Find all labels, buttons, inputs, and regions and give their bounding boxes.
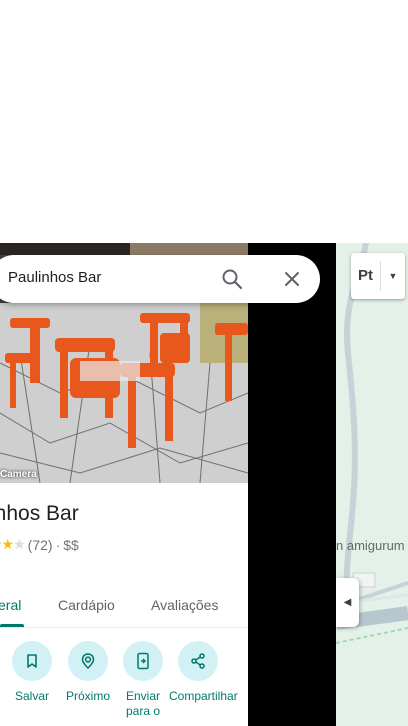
map-place-label[interactable]: n amigurum	[336, 538, 405, 553]
nearby-button[interactable]: Próximo	[59, 641, 117, 704]
rating-row[interactable]: ★★★ (72) · $$	[0, 536, 79, 553]
chevron-left-icon: ◀	[343, 597, 352, 608]
send-to-phone-label: Enviar para o	[125, 689, 161, 718]
search-input[interactable]: Paulinhos Bar	[8, 269, 101, 286]
action-buttons: Salvar Próximo Enviar para o Compartilha…	[0, 641, 248, 726]
separator-dot: ·	[55, 536, 61, 553]
place-panel: Camera inhos Bar ★★★ (72) · $$ eral Card…	[0, 243, 248, 726]
place-tabs: eral Cardápio Avaliações	[0, 586, 248, 628]
tab-menu[interactable]: Cardápio	[58, 597, 115, 613]
map-unloaded-region	[248, 243, 336, 726]
collapse-panel-button[interactable]: ◀	[336, 578, 359, 627]
search-icon[interactable]	[221, 268, 243, 290]
close-icon[interactable]	[282, 269, 302, 289]
send-to-phone-icon	[137, 652, 149, 670]
tab-overview[interactable]: eral	[0, 597, 21, 613]
send-to-phone-button[interactable]: Enviar para o	[114, 641, 172, 719]
blank-area	[0, 0, 408, 243]
rating-count[interactable]: (72)	[28, 537, 53, 553]
search-box[interactable]: Paulinhos Bar	[0, 255, 320, 303]
rating-stars: ★★★	[0, 536, 26, 552]
share-button[interactable]: Compartilhar	[169, 641, 238, 704]
tab-reviews[interactable]: Avaliações	[151, 597, 218, 613]
bookmark-icon	[27, 654, 37, 668]
save-button[interactable]: Salvar	[3, 641, 61, 704]
photo-caption: Camera	[0, 469, 37, 480]
chevron-down-icon[interactable]: ▼	[381, 271, 405, 281]
nearby-label: Próximo	[65, 689, 110, 703]
share-label: Compartilhar	[169, 689, 238, 703]
layer-icon[interactable]: Pt	[351, 261, 381, 291]
price-level: $$	[63, 536, 79, 553]
place-title: inhos Bar	[0, 502, 79, 525]
share-icon	[191, 653, 205, 669]
save-label: Salvar	[14, 689, 49, 703]
map-layer-selector[interactable]: Pt ▼	[351, 253, 405, 299]
active-tab-indicator	[0, 624, 24, 627]
nearby-icon	[81, 653, 95, 670]
